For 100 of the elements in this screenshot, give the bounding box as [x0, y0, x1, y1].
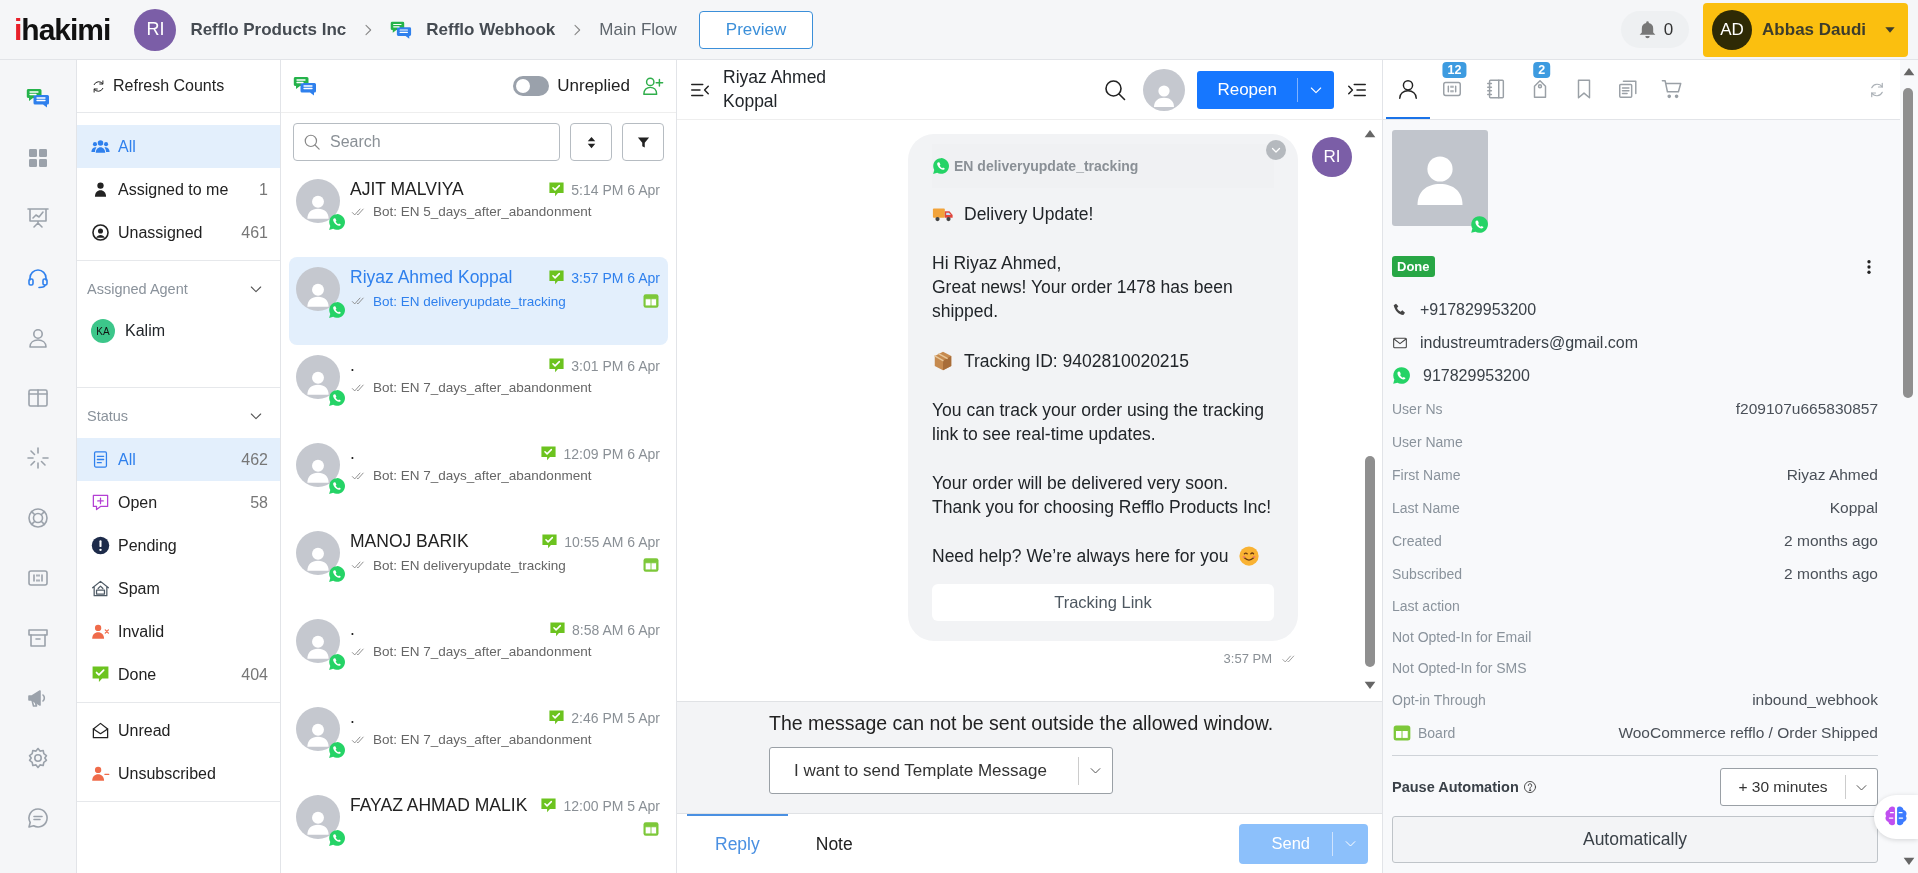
document-icon: [91, 450, 110, 469]
conversation-item[interactable]: MANOJ BARIK 10:55 AM 6 Apr Bot: EN deliveryupdate_tracking: [289, 521, 668, 609]
scrollbar-thumb[interactable]: [1903, 88, 1913, 398]
field-value: 2 months ago: [1784, 531, 1878, 550]
message-preview: Bot: EN 7_days_after_abandonment: [373, 644, 593, 659]
filter-item[interactable]: Assigned to me 1: [77, 168, 280, 211]
chat-icon[interactable]: [26, 806, 50, 830]
template-dropdown[interactable]: I want to send Template Message: [769, 747, 1113, 794]
search-icon[interactable]: [1103, 77, 1128, 102]
message-text: You can track your order using the tracking link to see real-time updates.: [932, 398, 1266, 446]
toggle-label: Unreplied: [557, 76, 630, 96]
count-badge: 12: [1442, 62, 1467, 78]
conversation-item[interactable]: . 3:01 PM 6 Apr Bot: EN 7_days_after_abandonment: [289, 345, 668, 433]
field-value: f209107u665830857: [1735, 399, 1878, 418]
breadcrumb-link[interactable]: Refflo Webhook: [426, 19, 556, 40]
phone-icon: [1392, 301, 1408, 318]
scrollbar-thumb[interactable]: [1365, 456, 1375, 667]
check-bubble-icon: [91, 665, 110, 684]
refresh-counts-button[interactable]: Refresh Counts: [77, 60, 280, 113]
user-menu-button[interactable]: AD Abbas Daudi: [1703, 2, 1908, 57]
grid-icon[interactable]: [26, 146, 50, 170]
filter-item[interactable]: Open 58: [77, 481, 280, 524]
spam-icon: [91, 579, 110, 598]
email-address: industreumtraders@gmail.com: [1420, 333, 1639, 352]
user-circle-icon: [91, 223, 110, 242]
field-value: Riyaz Ahmed: [1786, 465, 1878, 484]
filter-item[interactable]: All 462: [77, 438, 280, 481]
person-icon[interactable]: [26, 326, 50, 350]
contact-name: .: [350, 355, 356, 376]
user-avatar: AD: [1712, 9, 1753, 50]
archive-icon[interactable]: [26, 626, 50, 650]
message-text: Tracking ID: 9402810020215: [964, 349, 1190, 373]
workspace-avatar: RI: [134, 8, 177, 51]
refresh-icon[interactable]: [1868, 80, 1886, 99]
breadcrumb-current: Main Flow: [599, 19, 677, 40]
spinner-icon[interactable]: [26, 446, 50, 470]
conversation-item[interactable]: . 8:58 AM 6 Apr Bot: EN 7_days_after_abandonment: [289, 609, 668, 697]
assistant-button[interactable]: [1874, 795, 1918, 839]
users-icon: [91, 137, 110, 156]
agent-avatar: KA: [91, 319, 115, 343]
columns-icon[interactable]: [26, 386, 50, 410]
contact-name: Riyaz Ahmed Koppal: [723, 65, 828, 113]
check-bubble-icon: [548, 709, 566, 726]
filter-item[interactable]: Spam: [77, 567, 280, 610]
alert-icon: [91, 536, 110, 555]
lifebuoy-icon[interactable]: [26, 506, 50, 530]
documents-icon: [1617, 77, 1639, 100]
contact-name: MANOJ BARIK: [350, 531, 470, 552]
conversation-item[interactable]: . 12:09 PM 6 Apr Bot: EN 7_days_after_abandonment: [289, 433, 668, 521]
section-title: Status: [87, 408, 129, 424]
settings-icon[interactable]: [26, 746, 50, 770]
contact-name: .: [350, 707, 356, 728]
filter-item[interactable]: Done 404: [77, 653, 280, 696]
filter-item[interactable]: Unassigned 461: [77, 211, 280, 254]
count-badge: 2: [1533, 62, 1551, 78]
tab[interactable]: Note: [787, 813, 881, 873]
count: 404: [241, 665, 268, 684]
refresh-icon: [91, 78, 106, 94]
presentation-icon[interactable]: [26, 206, 50, 230]
add-user-icon[interactable]: [642, 75, 664, 97]
search-field[interactable]: Search: [293, 123, 560, 161]
whatsapp-icon: [1392, 366, 1411, 385]
automatically-button[interactable]: Automatically: [1392, 816, 1878, 863]
message-preview: Bot: EN deliveryupdate_tracking: [373, 557, 567, 573]
timestamp: 5:14 PM 6 Apr: [571, 181, 660, 198]
filter-item[interactable]: Invalid: [77, 610, 280, 653]
message-preview: Bot: EN 7_days_after_abandonment: [373, 732, 593, 747]
notice-text: The message can not be sent outside the allowed window.: [769, 712, 1275, 735]
headset-icon[interactable]: [26, 266, 50, 290]
chat-bubbles-icon[interactable]: [26, 86, 50, 110]
count: 462: [241, 450, 268, 469]
agent-name[interactable]: Kalim: [125, 322, 165, 340]
breadcrumb-link[interactable]: Refflo Products Inc: [190, 19, 347, 40]
contact-name: AJIT MALVIYA: [350, 179, 465, 200]
field-label: Last action: [1392, 597, 1460, 614]
message-preview: Bot: EN 5_days_after_abandonment: [373, 204, 593, 219]
conversation-item[interactable]: AJIT MALVIYA 5:14 PM 6 Apr Bot: EN 5_days_after_abandonment: [289, 169, 668, 257]
whatsapp-icon: [328, 213, 346, 231]
field-value: inbound_webhook: [1752, 690, 1878, 709]
filter-item[interactable]: Unread: [77, 709, 280, 752]
logo: ihakimi: [14, 12, 111, 47]
toggle-switch[interactable]: [513, 76, 550, 96]
duration-dropdown[interactable]: + 30 minutes: [1720, 768, 1878, 806]
field-value: 2 months ago: [1784, 564, 1878, 583]
tracking-link-button[interactable]: Tracking Link: [932, 584, 1274, 622]
filter-item[interactable]: Pending: [77, 524, 280, 567]
notifications-button[interactable]: 0: [1620, 11, 1690, 48]
user-x-icon: [91, 622, 110, 641]
count: 461: [241, 223, 268, 242]
user-minus-icon: [91, 764, 110, 783]
conversation-item[interactable]: . 2:46 PM 5 Apr Bot: EN 7_days_after_abandonment: [289, 697, 668, 785]
filter-button[interactable]: [622, 123, 664, 161]
conversation-item[interactable]: FAYAZ AHMAD MALIK 12:00 PM 5 Apr: [289, 785, 668, 873]
package-icon: [932, 349, 954, 372]
filter-item[interactable]: Unsubscribed: [77, 752, 280, 795]
check-bubble-icon: [548, 181, 566, 198]
sort-button[interactable]: [570, 123, 612, 161]
field-label: Opt-in Through: [1392, 691, 1486, 708]
expand-button[interactable]: [1266, 140, 1286, 160]
message-preview: Bot: EN 7_days_after_abandonment: [373, 380, 593, 395]
